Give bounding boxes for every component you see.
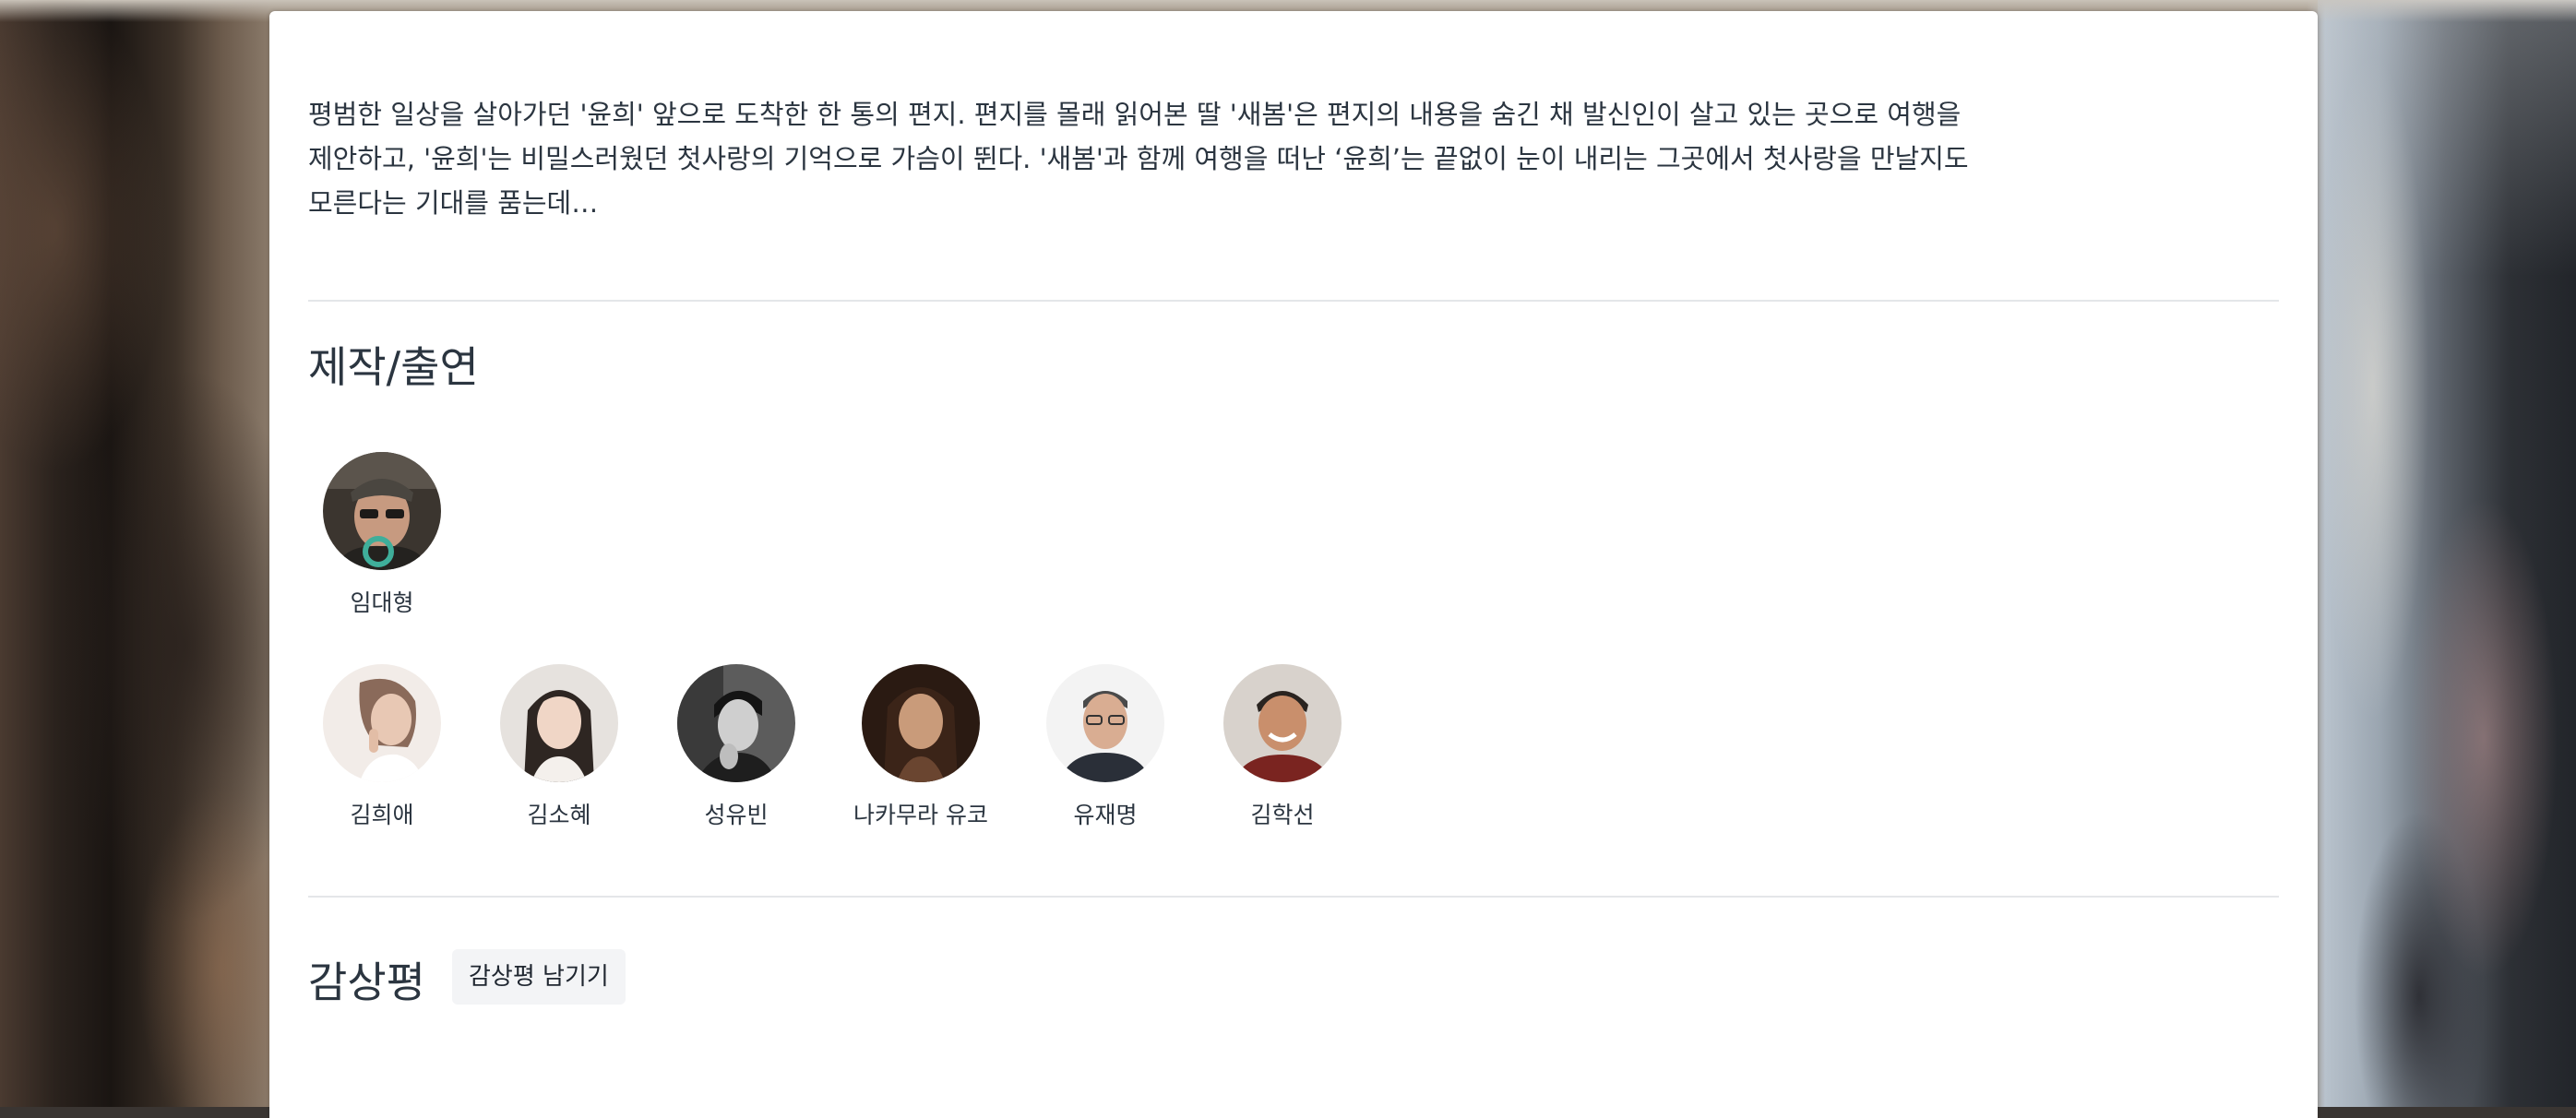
section-divider bbox=[308, 896, 2279, 898]
person-name: 김학선 bbox=[1250, 802, 1315, 828]
person-name: 김희애 bbox=[350, 802, 414, 828]
reviews-title: 감상평 bbox=[308, 957, 425, 1007]
person-name: 유재명 bbox=[1073, 802, 1138, 828]
person-name: 김소혜 bbox=[527, 802, 591, 828]
cast-list: 김희애 김소혜 성유빈 나카무라 유코 유재명 김학선 bbox=[308, 653, 2153, 828]
write-review-button[interactable]: 감상평 남기기 bbox=[452, 949, 626, 1005]
actor-photo[interactable] bbox=[500, 664, 618, 782]
movie-detail-card: 평범한 일상을 살아가던 '윤희' 앞으로 도착한 한 통의 편지. 편지를 몰… bbox=[269, 11, 2318, 1118]
person-name: 나카무라 유코 bbox=[853, 802, 988, 828]
person-card[interactable]: 김희애 bbox=[308, 653, 456, 830]
director-photo[interactable] bbox=[323, 452, 441, 570]
credits-title: 제작/출연 bbox=[308, 342, 479, 392]
actor-photo[interactable] bbox=[677, 664, 795, 782]
person-card[interactable]: 김학선 bbox=[1209, 653, 1356, 830]
person-card[interactable]: 성유빈 bbox=[662, 653, 810, 830]
person-name: 성유빈 bbox=[704, 802, 769, 828]
director-list: 임대형 bbox=[308, 441, 2153, 616]
backdrop-right bbox=[2318, 0, 2576, 1107]
actor-photo[interactable] bbox=[1046, 664, 1164, 782]
person-card[interactable]: 임대형 bbox=[308, 441, 456, 618]
person-card[interactable]: 유재명 bbox=[1032, 653, 1179, 830]
section-divider bbox=[308, 300, 2279, 302]
backdrop-left bbox=[0, 0, 269, 1107]
person-card[interactable]: 김소혜 bbox=[485, 653, 633, 830]
person-card[interactable]: 나카무라 유코 bbox=[847, 653, 995, 830]
actor-photo[interactable] bbox=[1223, 664, 1342, 782]
synopsis-text: 평범한 일상을 살아가던 '윤희' 앞으로 도착한 한 통의 편지. 편지를 몰… bbox=[308, 99, 1969, 219]
actor-photo[interactable] bbox=[862, 664, 980, 782]
actor-photo[interactable] bbox=[323, 664, 441, 782]
person-name: 임대형 bbox=[350, 589, 414, 616]
